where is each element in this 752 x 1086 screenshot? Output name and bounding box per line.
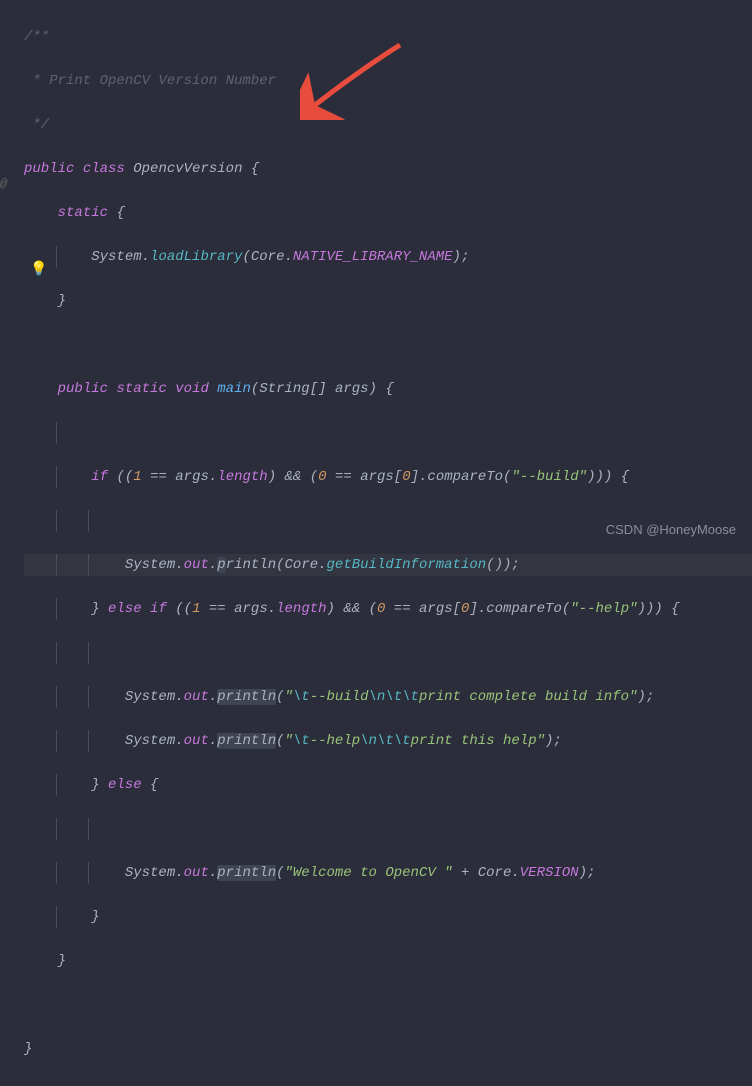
cursor-char: p bbox=[217, 557, 225, 573]
string: --build bbox=[310, 689, 369, 705]
num: 1 bbox=[133, 469, 141, 485]
esc: \t bbox=[402, 689, 419, 705]
type: String bbox=[259, 381, 309, 397]
method: compareTo bbox=[427, 469, 503, 485]
kw: if bbox=[150, 601, 167, 617]
op: == bbox=[335, 469, 352, 485]
field: length bbox=[276, 601, 326, 617]
static-field: VERSION bbox=[520, 865, 579, 881]
op: && bbox=[285, 469, 302, 485]
op: && bbox=[343, 601, 360, 617]
string: "--build" bbox=[511, 469, 587, 485]
esc: \t bbox=[293, 689, 310, 705]
method: main bbox=[217, 381, 251, 397]
method: getBuildInformation bbox=[327, 557, 487, 573]
ident: System bbox=[125, 557, 175, 573]
kw: public bbox=[58, 381, 108, 397]
code-content: /** * Print OpenCV Version Number */ pub… bbox=[0, 4, 752, 1082]
field: out bbox=[184, 865, 209, 881]
ident: System bbox=[125, 689, 175, 705]
method: compareTo bbox=[486, 601, 562, 617]
field: out bbox=[184, 689, 209, 705]
num: 1 bbox=[192, 601, 200, 617]
esc: \t bbox=[394, 733, 411, 749]
ident: System bbox=[125, 865, 175, 881]
comment-line: /** bbox=[24, 29, 49, 45]
ident: args bbox=[360, 469, 394, 485]
ident: Core bbox=[251, 249, 285, 265]
ident: System bbox=[125, 733, 175, 749]
method: loadLibrary bbox=[150, 249, 242, 265]
kw: else bbox=[108, 777, 142, 793]
esc: \n bbox=[360, 733, 377, 749]
op: == bbox=[394, 601, 411, 617]
num: 0 bbox=[377, 601, 385, 617]
op: == bbox=[209, 601, 226, 617]
esc: \t bbox=[385, 689, 402, 705]
field: length bbox=[217, 469, 267, 485]
code-editor[interactable]: /** * Print OpenCV Version Number */ pub… bbox=[0, 0, 752, 1086]
string: print complete build info" bbox=[419, 689, 637, 705]
op: + bbox=[461, 865, 469, 881]
kw: void bbox=[175, 381, 209, 397]
esc: \n bbox=[369, 689, 386, 705]
ident: args bbox=[234, 601, 268, 617]
watermark: CSDN @HoneyMoose bbox=[606, 522, 736, 537]
method: println bbox=[217, 689, 276, 705]
param: args bbox=[335, 381, 369, 397]
field: out bbox=[184, 557, 209, 573]
string: "--help" bbox=[570, 601, 637, 617]
kw: public bbox=[24, 161, 74, 177]
method: println bbox=[217, 865, 276, 881]
comment-line: * Print OpenCV Version Number bbox=[24, 73, 276, 89]
ident: System bbox=[91, 249, 141, 265]
num: 0 bbox=[318, 469, 326, 485]
class-name: OpencvVersion bbox=[133, 161, 242, 177]
string: --help bbox=[310, 733, 360, 749]
esc: \t bbox=[293, 733, 310, 749]
kw: static bbox=[116, 381, 166, 397]
num: 0 bbox=[402, 469, 410, 485]
num: 0 bbox=[461, 601, 469, 617]
static-field: NATIVE_LIBRARY_NAME bbox=[293, 249, 453, 265]
string: print this help" bbox=[411, 733, 545, 749]
ident: args bbox=[175, 469, 209, 485]
kw: else bbox=[108, 601, 142, 617]
kw: if bbox=[91, 469, 108, 485]
op: == bbox=[150, 469, 167, 485]
esc: \t bbox=[377, 733, 394, 749]
method: println bbox=[217, 733, 276, 749]
comment-line: */ bbox=[24, 117, 49, 133]
ident: Core bbox=[478, 865, 512, 881]
method: rintln bbox=[226, 557, 276, 573]
ident: args bbox=[419, 601, 453, 617]
field: out bbox=[184, 733, 209, 749]
kw: static bbox=[58, 205, 108, 221]
ident: Core bbox=[285, 557, 319, 573]
string: "Welcome to OpenCV " bbox=[285, 865, 453, 881]
kw: class bbox=[83, 161, 125, 177]
